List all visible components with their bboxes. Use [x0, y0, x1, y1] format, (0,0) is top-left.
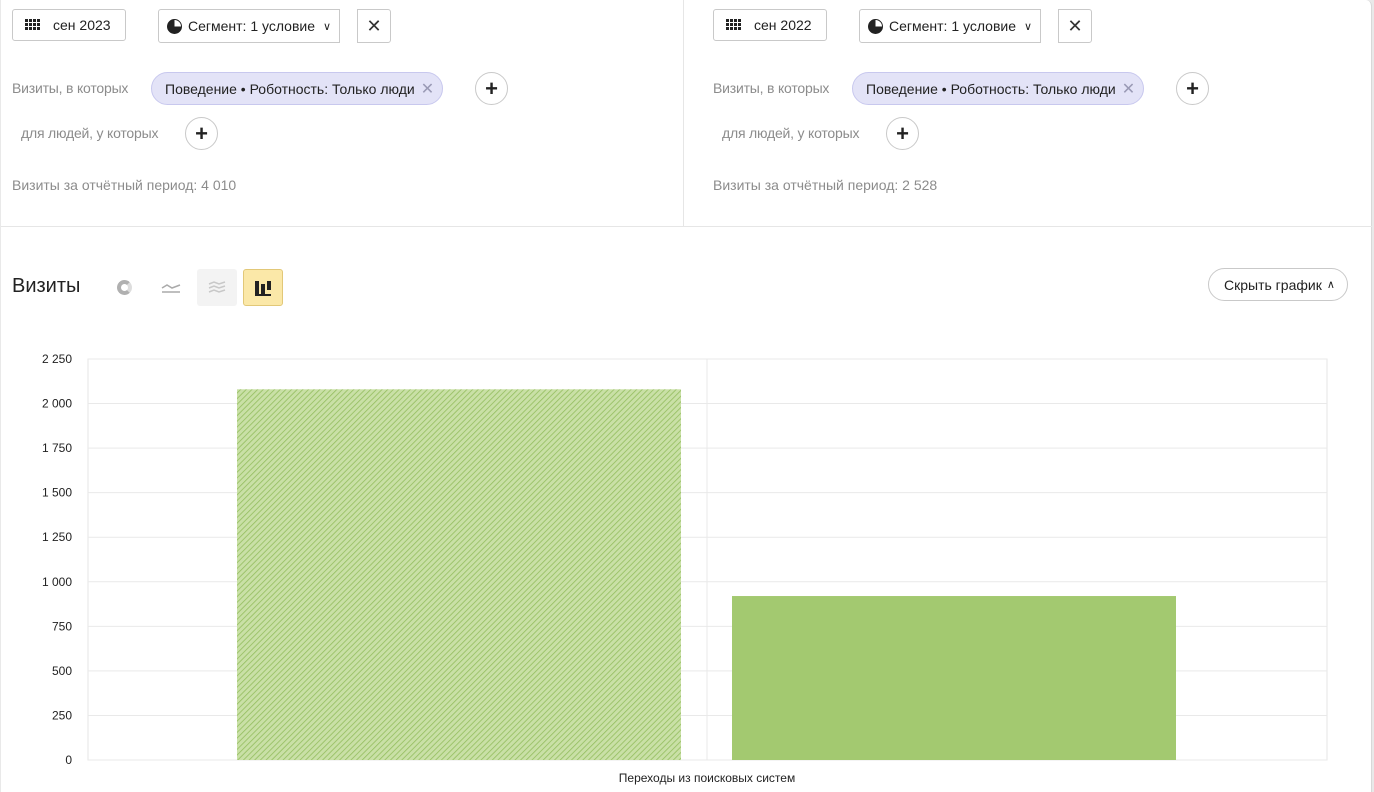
- calendar-icon: [25, 19, 43, 31]
- period-picker-button[interactable]: сен 2023: [12, 9, 126, 41]
- y-tick-label: 750: [52, 619, 72, 633]
- y-tick-label: 2 000: [42, 397, 72, 411]
- add-visit-condition-button[interactable]: +: [1176, 72, 1209, 105]
- hide-chart-label: Скрыть график: [1224, 276, 1322, 293]
- segment-panel-comparison: сен 2022 Сегмент: 1 условие ∨ ✕ Визиты, …: [685, 0, 1368, 226]
- y-tick-label: 0: [65, 753, 72, 767]
- total-visits: Визиты за отчётный период: 2 528: [713, 177, 938, 193]
- line-view-button[interactable]: [151, 269, 191, 306]
- period-picker-button[interactable]: сен 2022: [713, 9, 827, 41]
- pie-chart-icon: [868, 18, 883, 34]
- area-view-button[interactable]: [197, 269, 237, 306]
- add-people-condition-button[interactable]: +: [185, 117, 218, 150]
- x-category-label: Переходы из поисковых систем: [619, 771, 795, 785]
- segment-dropdown-button[interactable]: Сегмент: 1 условие ∨: [158, 9, 341, 43]
- close-icon[interactable]: ✕: [1122, 79, 1135, 99]
- segment-label: Сегмент: 1 условие: [188, 18, 316, 34]
- remove-segment-button[interactable]: ✕: [357, 9, 391, 43]
- bar-series-1[interactable]: [732, 596, 1176, 760]
- chevron-up-icon: ∧: [1326, 279, 1335, 291]
- bar-chart-icon: [255, 280, 271, 296]
- y-tick-label: 1 250: [42, 530, 72, 544]
- donut-chart-icon: [116, 280, 132, 295]
- y-tick-label: 1 000: [42, 575, 72, 589]
- bar-view-button[interactable]: [243, 269, 283, 306]
- chevron-down-icon: ∨: [1024, 20, 1033, 33]
- add-visit-condition-button[interactable]: +: [475, 72, 508, 105]
- visits-where-label: Визиты, в которых: [713, 80, 830, 96]
- y-tick-label: 250: [52, 708, 72, 722]
- visits-where-label: Визиты, в которых: [12, 80, 129, 96]
- chart-title: Визиты: [12, 275, 81, 297]
- close-icon: ✕: [1067, 16, 1083, 36]
- y-tick-label: 1 750: [42, 441, 72, 455]
- pie-view-button[interactable]: [104, 269, 144, 306]
- bar-series-0[interactable]: [237, 389, 681, 760]
- condition-chip-label: Поведение • Роботность: Только люди: [866, 80, 1116, 97]
- chevron-down-icon: ∨: [323, 20, 332, 33]
- people-where-label: для людей, у которых: [21, 125, 159, 141]
- remove-segment-button[interactable]: ✕: [1058, 9, 1092, 43]
- people-where-label: для людей, у которых: [722, 125, 860, 141]
- y-tick-label: 500: [52, 664, 72, 678]
- close-icon[interactable]: ✕: [421, 79, 434, 99]
- segment-label: Сегмент: 1 условие: [889, 18, 1017, 34]
- hide-chart-button[interactable]: Скрыть график ∧: [1208, 268, 1348, 301]
- report-frame: сен 2023 Сегмент: 1 условие ∨ ✕ Визиты, …: [1, 0, 1372, 792]
- condition-chip[interactable]: Поведение • Роботность: Только люди ✕: [852, 72, 1145, 105]
- total-visits: Визиты за отчётный период: 4 010: [12, 177, 237, 193]
- segment-dropdown-button[interactable]: Сегмент: 1 условие ∨: [859, 9, 1042, 43]
- condition-chip[interactable]: Поведение • Роботность: Только люди ✕: [151, 72, 444, 105]
- condition-chip-label: Поведение • Роботность: Только люди: [165, 80, 415, 97]
- line-chart-icon: [161, 283, 181, 293]
- y-tick-label: 2 250: [42, 352, 72, 366]
- add-people-condition-button[interactable]: +: [886, 117, 919, 150]
- stacked-area-icon: [208, 280, 226, 293]
- close-icon: ✕: [366, 16, 382, 36]
- section-divider: [1, 226, 1372, 227]
- y-tick-label: 1 500: [42, 486, 72, 500]
- pie-chart-icon: [167, 18, 182, 34]
- period-label: сен 2023: [53, 17, 111, 33]
- period-label: сен 2022: [754, 17, 812, 33]
- calendar-icon: [726, 19, 744, 31]
- bar-chart: 0 250 500 750 1 000 1 250 1 500 1 750 2 000 2 250…: [42, 352, 1328, 785]
- segment-panel-current: сен 2023 Сегмент: 1 условие ∨ ✕ Визиты, …: [1, 0, 684, 226]
